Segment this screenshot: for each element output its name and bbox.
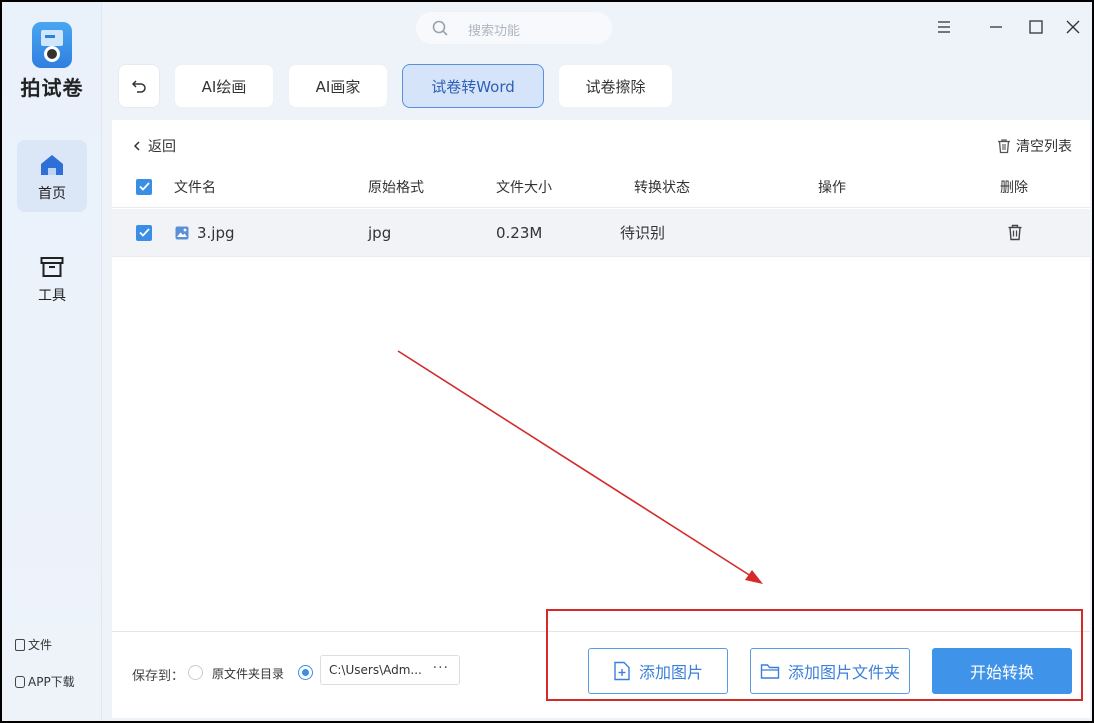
column-header: 文件名 [174, 179, 216, 196]
tab-ai-painting[interactable]: AI绘画 [174, 64, 274, 108]
undo-icon [131, 80, 146, 93]
tab-exam-to-word[interactable]: 试卷转Word [402, 64, 544, 108]
file-panel: 返回 清空列表 文件名 原始格式 文件大小 转换状态 操作 删除 3.jpg j… [112, 120, 1090, 718]
browse-path-button[interactable]: ··· [433, 660, 449, 676]
search-icon [432, 20, 448, 36]
app-window: 拍试卷 首页 工具 文件 APP下载 搜索功能 AI绘画 AI画家 试卷转Wor… [2, 2, 1092, 721]
status-text: 待识别 [620, 224, 666, 242]
add-file-icon [614, 661, 630, 681]
column-header: 原始格式 [368, 179, 424, 196]
clear-list-label: 清空列表 [1016, 139, 1072, 155]
add-image-button[interactable]: 添加图片 [588, 648, 728, 694]
save-to-label: 保存到： [132, 669, 185, 684]
app-logo [32, 22, 72, 68]
file-name: 3.jpg [197, 223, 235, 242]
trash-icon [998, 139, 1010, 154]
search-placeholder: 搜索功能 [468, 24, 521, 39]
clear-list-button[interactable]: 清空列表 [996, 136, 1072, 156]
back-label: 返回 [148, 139, 176, 155]
phone-icon [15, 675, 25, 688]
column-header: 删除 [1000, 179, 1028, 196]
sidebar-bottom-label: APP下载 [28, 675, 75, 689]
table-row[interactable]: 3.jpg jpg 0.23M 待识别 [112, 209, 1090, 257]
column-header: 文件大小 [496, 179, 552, 196]
menu-icon[interactable] [936, 19, 952, 35]
file-format: jpg [368, 223, 392, 242]
maximize-icon[interactable] [1028, 19, 1044, 35]
table-header: 文件名 原始格式 文件大小 转换状态 操作 删除 [112, 166, 1090, 208]
select-all-checkbox[interactable] [136, 178, 152, 195]
sidebar-bottom-label: 文件 [28, 638, 53, 652]
column-header: 转换状态 [634, 179, 690, 196]
sidebar-item-file[interactable]: 文件 [15, 636, 52, 653]
check-icon [138, 182, 150, 191]
add-image-label: 添加图片 [638, 663, 703, 682]
back-link[interactable]: 返回 [132, 136, 176, 156]
folder-icon [760, 664, 780, 679]
undo-button[interactable] [118, 64, 160, 108]
close-icon[interactable] [1065, 19, 1081, 35]
sidebar-item-app-download[interactable]: APP下载 [15, 673, 75, 690]
chevron-left-icon [133, 141, 140, 151]
radio-original-folder[interactable] [188, 665, 203, 680]
check-icon [138, 228, 150, 237]
save-path-field[interactable]: C:\Users\Adm... ··· [320, 655, 460, 685]
sidebar-item-tools[interactable]: 工具 [17, 242, 87, 314]
row-checkbox[interactable] [136, 224, 152, 241]
sidebar-item-home[interactable]: 首页 [17, 140, 87, 212]
footer-bar: 保存到： 原文件夹目录 C:\Users\Adm... ··· 添加图片 添加图… [112, 631, 1090, 718]
column-header: 操作 [818, 179, 846, 196]
search-box[interactable]: 搜索功能 [416, 12, 612, 44]
file-icon [15, 638, 25, 651]
file-size: 0.23M [496, 223, 543, 242]
add-folder-label: 添加图片文件夹 [787, 663, 900, 682]
image-file-icon [175, 226, 189, 239]
tab-exam-erase[interactable]: 试卷擦除 [558, 64, 673, 108]
app-name: 拍试卷 [20, 76, 84, 100]
sidebar-item-label: 首页 [38, 186, 66, 202]
sidebar-item-label: 工具 [38, 288, 66, 304]
home-icon [41, 155, 63, 175]
save-path-value: C:\Users\Adm... [329, 663, 422, 677]
minimize-icon[interactable] [988, 19, 1004, 35]
tab-ai-painter[interactable]: AI画家 [288, 64, 388, 108]
radio-custom-path[interactable] [298, 665, 313, 680]
delete-row-icon[interactable] [1007, 224, 1023, 241]
toolbox-icon [40, 257, 64, 277]
start-convert-button[interactable]: 开始转换 [932, 648, 1072, 694]
add-folder-button[interactable]: 添加图片文件夹 [750, 648, 910, 694]
sidebar: 拍试卷 首页 工具 文件 APP下载 [2, 2, 102, 721]
radio-original-folder-label: 原文件夹目录 [212, 667, 285, 681]
